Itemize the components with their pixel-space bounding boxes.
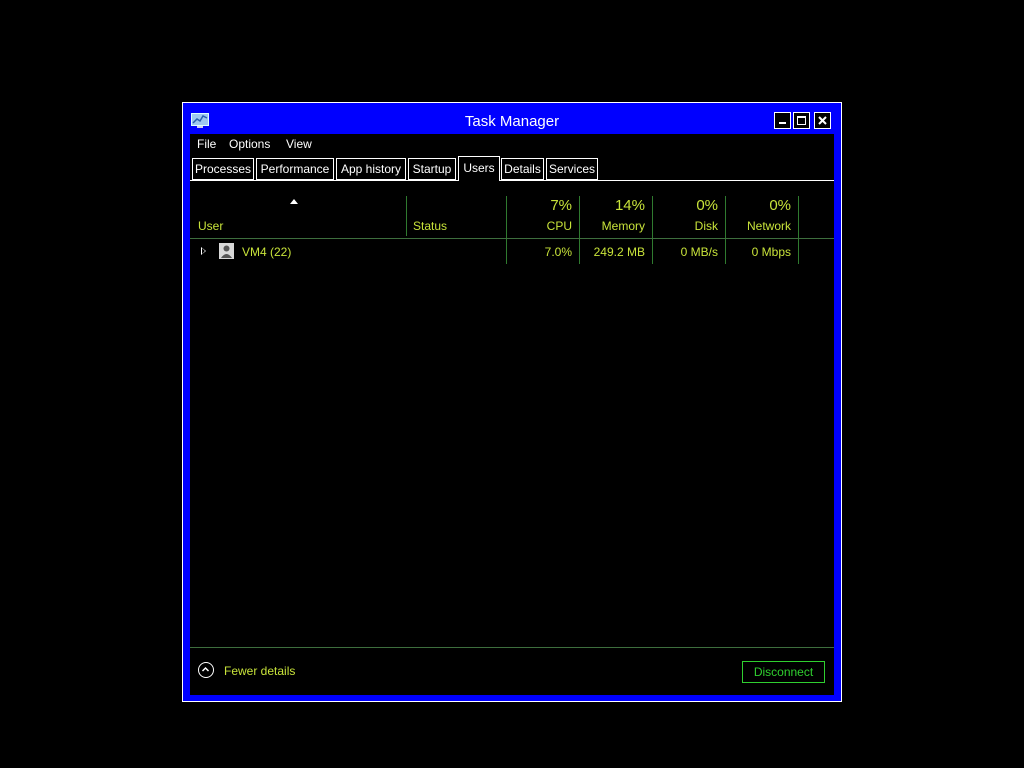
close-icon bbox=[818, 116, 827, 125]
tab-users[interactable]: Users bbox=[458, 156, 500, 181]
menu-view[interactable]: View bbox=[286, 137, 312, 151]
tab-performance[interactable]: Performance bbox=[256, 158, 334, 180]
row-memory: 249.2 MB bbox=[593, 245, 645, 259]
row-network: 0 Mbps bbox=[751, 245, 791, 259]
tab-strip-baseline bbox=[190, 180, 834, 181]
disconnect-button[interactable]: Disconnect bbox=[742, 661, 825, 683]
cpu-total-percent: 7% bbox=[550, 197, 572, 214]
column-divider[interactable] bbox=[406, 196, 407, 236]
task-manager-app-icon bbox=[191, 113, 209, 129]
row-cpu: 7.0% bbox=[544, 245, 572, 259]
user-avatar-icon bbox=[219, 243, 234, 259]
column-status[interactable]: Status bbox=[413, 219, 447, 233]
minimize-button[interactable] bbox=[774, 112, 791, 129]
tab-strip: Processes Performance App history Startu… bbox=[190, 156, 834, 181]
fewer-details-label[interactable]: Fewer details bbox=[224, 664, 295, 678]
tab-app-history[interactable]: App history bbox=[336, 158, 406, 180]
menu-bar: File Options View bbox=[190, 134, 834, 154]
row-disk: 0 MB/s bbox=[680, 245, 718, 259]
menu-file[interactable]: File bbox=[197, 137, 216, 151]
row-user-name: VM4 (22) bbox=[242, 245, 292, 259]
column-network[interactable]: Network bbox=[747, 219, 791, 233]
table-row[interactable]: VM4 (22) 7.0% 249.2 MB 0 MB/s 0 Mbps bbox=[190, 242, 834, 264]
menu-options[interactable]: Options bbox=[229, 137, 270, 151]
tab-processes[interactable]: Processes bbox=[192, 158, 254, 180]
client-area: File Options View Processes Performance … bbox=[190, 134, 834, 695]
task-manager-window: Task Manager File Options View Processes… bbox=[182, 102, 842, 702]
title-bar[interactable]: Task Manager bbox=[183, 103, 841, 135]
maximize-button[interactable] bbox=[793, 112, 810, 129]
column-memory[interactable]: Memory bbox=[602, 219, 645, 233]
column-header: User Status 7% CPU 14% Memory 0% Disk 0%… bbox=[190, 182, 834, 238]
sort-ascending-icon bbox=[290, 199, 298, 204]
tab-startup[interactable]: Startup bbox=[408, 158, 456, 180]
expand-arrow-icon[interactable] bbox=[201, 247, 206, 255]
tab-details[interactable]: Details bbox=[501, 158, 544, 180]
disk-total-percent: 0% bbox=[696, 197, 718, 214]
memory-total-percent: 14% bbox=[614, 197, 645, 214]
column-disk[interactable]: Disk bbox=[695, 219, 718, 233]
chevron-up-icon bbox=[198, 662, 214, 678]
window-title: Task Manager bbox=[464, 113, 560, 130]
close-button[interactable] bbox=[814, 112, 831, 129]
column-user[interactable]: User bbox=[198, 219, 223, 233]
column-cpu[interactable]: CPU bbox=[547, 219, 572, 233]
network-total-percent: 0% bbox=[769, 197, 791, 214]
footer-separator bbox=[190, 647, 834, 648]
tab-services[interactable]: Services bbox=[546, 158, 598, 180]
header-separator bbox=[190, 238, 834, 239]
